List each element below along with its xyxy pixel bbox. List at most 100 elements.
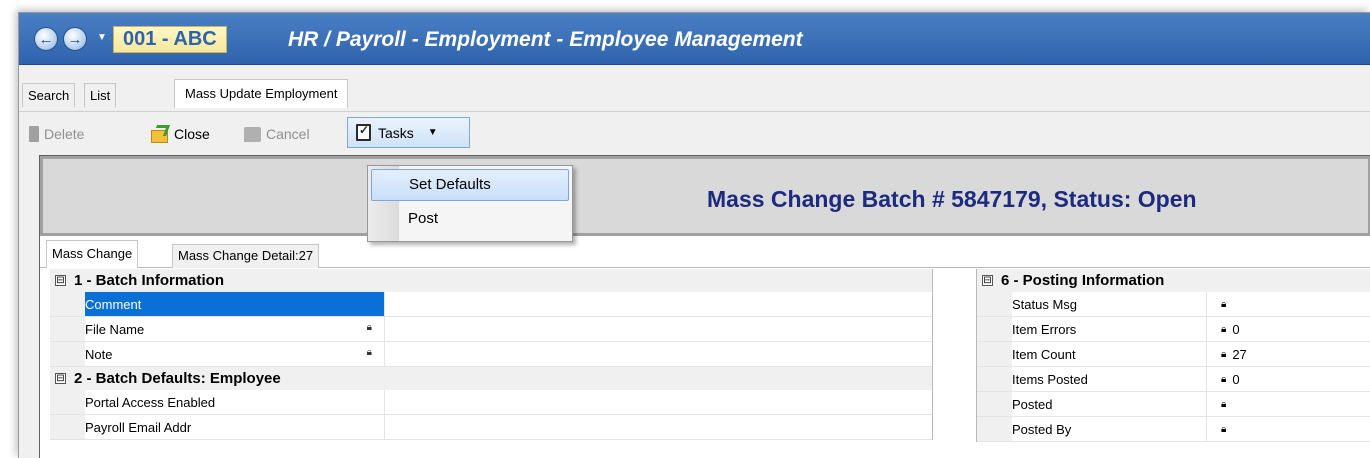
property-label: Item Count [1012,346,1076,362]
property-value [385,317,397,341]
row-gutter [50,342,85,366]
property-label: Note [85,346,113,362]
property-row[interactable]: Items Posted 🔒︎ 0 [977,367,1370,392]
collapse-icon[interactable]: ⊟ [55,373,66,384]
property-value: 🔒︎ 0 [1207,367,1240,391]
close-label: Close [174,126,210,142]
property-name: Payroll Email Addr [85,415,385,439]
close-button[interactable]: Close [149,121,210,147]
property-name: Portal Access Enabled [85,390,385,414]
chevron-down-icon: ▼ [427,127,438,138]
property-name: Item Count [1012,342,1207,366]
property-name: File Name 🔒︎ [85,317,385,341]
property-value: 🔒︎ 0 [1207,317,1240,341]
lock-icon: 🔒︎ [1221,398,1227,410]
property-name: Note 🔒︎ [85,342,385,366]
property-row[interactable]: Posted 🔒︎ [977,392,1370,417]
property-name: Comment [85,292,385,316]
main-tabs: Search List Mass Update Employment [19,65,1370,111]
property-value[interactable] [385,292,397,316]
collapse-icon[interactable]: ⊟ [55,275,66,286]
property-name: Status Msg [1012,292,1207,316]
back-nav-icon[interactable]: ← [34,27,58,51]
lock-icon: 🔒︎ [1221,323,1227,335]
cancel-icon [244,126,261,142]
property-label: Posted By [1012,421,1072,437]
window-title: HR / Payroll - Employment - Employee Man… [288,28,803,51]
lock-icon: 🔒︎ [1221,348,1227,360]
property-value: 🔒︎ [1207,292,1232,316]
property-label: Item Errors [1012,321,1077,337]
batch-status-text: Mass Change Batch # 5847179, Status: Ope… [707,186,1197,212]
section-posting-information[interactable]: ⊟ 6 - Posting Information [977,269,1370,292]
property-value-text: 0 [1232,371,1240,387]
property-row[interactable]: Status Msg 🔒︎ [977,292,1370,317]
section-batch-defaults-employee[interactable]: ⊟ 2 - Batch Defaults: Employee [50,367,932,390]
section-title: 6 - Posting Information [1001,272,1165,289]
nav-dropdown-icon[interactable]: ▼ [97,32,107,43]
tab-mass-change-detail[interactable]: Mass Change Detail:27 [172,244,320,268]
menu-item-set-defaults[interactable]: Set Defaults [371,169,569,201]
menu-item-post[interactable]: Post [371,204,569,236]
delete-button[interactable]: Delete [29,121,84,147]
property-label: File Name [85,321,145,337]
property-value-text: 0 [1232,321,1240,337]
forward-nav-icon[interactable]: → [63,27,87,51]
row-gutter [977,292,1012,316]
batch-banner: Mass Change Batch # 5847179, Status: Ope… [40,156,1370,236]
property-value [385,342,397,366]
lock-icon: 🔒︎ [366,322,372,333]
row-gutter [977,367,1012,391]
tab-mass-change[interactable]: Mass Change [46,240,139,268]
row-gutter [50,317,85,341]
row-gutter [50,390,85,414]
property-row[interactable]: File Name 🔒︎ [50,317,932,342]
property-value[interactable] [385,390,397,414]
row-gutter [50,415,85,439]
lock-icon: 🔒︎ [1221,298,1227,310]
property-label: Posted [1012,396,1053,412]
property-row[interactable]: Note 🔒︎ [50,342,932,367]
row-gutter [977,417,1012,441]
property-row[interactable]: Comment [50,292,932,317]
tasks-button[interactable]: Tasks ▼ [347,117,470,148]
cancel-button[interactable]: Cancel [244,121,310,147]
property-value-text: 27 [1232,346,1247,362]
row-gutter [977,392,1012,416]
batch-property-grid: ⊟ 1 - Batch Information Comment File Nam… [50,269,933,440]
collapse-icon[interactable]: ⊟ [982,275,993,286]
row-gutter [977,317,1012,341]
lock-icon: 🔒︎ [1221,423,1227,435]
company-selector[interactable]: 001 - ABC [113,26,227,53]
title-bar: ← → ▼ 001 - ABC HR / Payroll - Employmen… [19,13,1370,65]
property-name: Items Posted [1012,367,1207,391]
property-name: Item Errors [1012,317,1207,341]
tab-list[interactable]: List [84,83,117,107]
app-window: ← → ▼ 001 - ABC HR / Payroll - Employmen… [18,12,1370,458]
property-row[interactable]: Item Errors 🔒︎ 0 [977,317,1370,342]
row-gutter [50,292,85,316]
property-label: Comment [85,296,142,312]
property-label: Status Msg [1012,296,1078,312]
property-row[interactable]: Payroll Email Addr [50,415,932,440]
clipboard-check-icon [356,123,371,141]
property-label: Payroll Email Addr [85,419,192,435]
property-row[interactable]: Item Count 🔒︎ 27 [977,342,1370,367]
content-panel: Mass Change Batch # 5847179, Status: Ope… [39,155,1370,458]
trash-icon [29,126,39,142]
lock-icon: 🔒︎ [1221,373,1227,385]
posting-property-grid: ⊟ 6 - Posting Information Status Msg 🔒︎ … [976,269,1370,442]
tab-search[interactable]: Search [22,83,76,107]
section-batch-information[interactable]: ⊟ 1 - Batch Information [50,269,932,292]
tab-mass-update-employment[interactable]: Mass Update Employment [174,79,349,108]
property-value: 🔒︎ [1207,392,1232,416]
property-row[interactable]: Portal Access Enabled [50,390,932,415]
delete-label: Delete [44,126,85,142]
property-label: Items Posted [1012,371,1088,387]
property-row[interactable]: Posted By 🔒︎ [977,417,1370,442]
toolbar: Delete Close Cancel Tasks ▼ [19,111,1370,155]
property-label: Portal Access Enabled [85,394,216,410]
property-value[interactable] [385,415,397,439]
section-title: 2 - Batch Defaults: Employee [74,370,281,387]
sub-tabs: Mass Change Mass Change Detail:27 [40,236,1370,268]
